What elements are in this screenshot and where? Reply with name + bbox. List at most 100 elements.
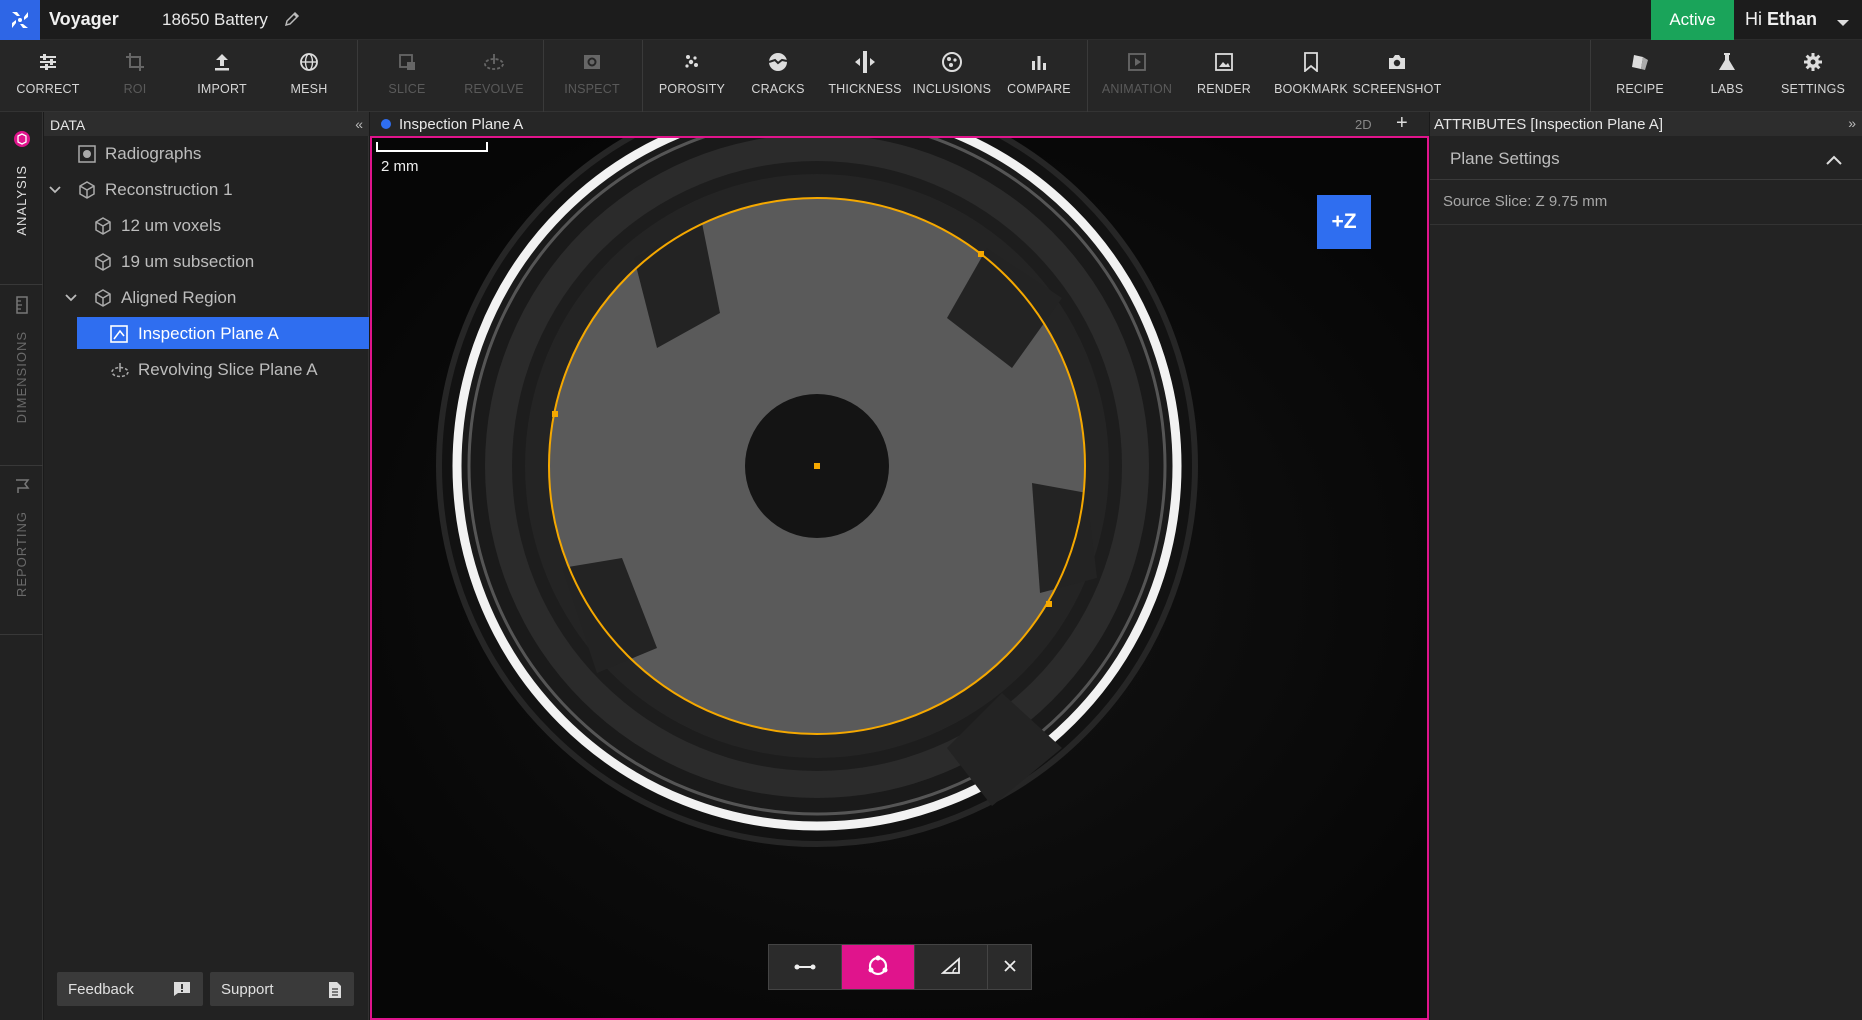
- animation-button[interactable]: ANIMATION: [1094, 40, 1180, 112]
- mesh-icon: [299, 52, 319, 72]
- plane-settings-section[interactable]: Plane Settings: [1430, 136, 1862, 180]
- ruler-icon: [15, 296, 29, 317]
- pencil-icon[interactable]: [283, 10, 301, 31]
- upload-icon: [212, 52, 232, 72]
- recipe-button[interactable]: RECIPE: [1597, 40, 1683, 112]
- close-measure-button[interactable]: [988, 945, 1031, 989]
- data-panel-title: DATA: [50, 117, 86, 133]
- scale-label: 2 mm: [381, 158, 419, 175]
- ct-slice-image: [372, 138, 1427, 1018]
- thickness-icon: [854, 51, 876, 73]
- cracks-button[interactable]: CRACKS: [735, 40, 821, 112]
- voyager-logo-icon[interactable]: [0, 0, 40, 40]
- circle-measure-button[interactable]: [842, 945, 915, 989]
- data-panel-header: DATA «: [44, 112, 369, 136]
- add-view-icon[interactable]: +: [1396, 112, 1408, 135]
- line-measure-button[interactable]: [769, 945, 842, 989]
- chevron-down-icon[interactable]: [49, 183, 61, 199]
- app-name: Voyager: [49, 9, 119, 29]
- roi-label: ROI: [123, 82, 147, 96]
- feedback-button[interactable]: Feedback: [57, 972, 203, 1006]
- tree-item-12um-voxels[interactable]: 12 um voxels: [44, 209, 369, 241]
- render-button[interactable]: RENDER: [1181, 40, 1267, 112]
- bookmark-label: BOOKMARK: [1274, 82, 1348, 96]
- viewport-title: Inspection Plane A: [399, 116, 524, 133]
- screenshot-button[interactable]: SCREENSHOT: [1352, 40, 1442, 112]
- chevron-up-icon[interactable]: [1826, 152, 1842, 168]
- viewport-header: Inspection Plane A 2D +: [370, 112, 1429, 136]
- measure-toolbar: [768, 944, 1032, 990]
- sliders-icon: [38, 52, 58, 72]
- attributes-title: ATTRIBUTES [Inspection Plane A]: [1434, 116, 1663, 133]
- support-button[interactable]: Support: [210, 972, 354, 1006]
- cube-icon: [94, 253, 112, 274]
- labs-button[interactable]: LABS: [1684, 40, 1770, 112]
- status-badge[interactable]: Active: [1651, 0, 1734, 40]
- orientation-button[interactable]: +Z: [1317, 195, 1371, 249]
- toolbar-divider: [357, 40, 358, 112]
- angle-measure-button[interactable]: [915, 945, 988, 989]
- collapse-panel-icon[interactable]: «: [355, 116, 363, 132]
- cube-icon: [78, 181, 96, 202]
- inspect-button[interactable]: INSPECT: [549, 40, 635, 112]
- tree-item-radiographs[interactable]: Radiographs: [44, 137, 369, 169]
- correct-label: CORRECT: [16, 82, 80, 96]
- roi-button[interactable]: ROI: [92, 40, 178, 112]
- porosity-label: POROSITY: [658, 82, 726, 96]
- toolbar-divider: [642, 40, 643, 112]
- mesh-label: MESH: [290, 82, 328, 96]
- tree-item-inspection-plane-a[interactable]: Inspection Plane A: [77, 317, 369, 349]
- slice-label: SLICE: [388, 82, 426, 96]
- radiograph-icon: [78, 145, 96, 166]
- slice-button[interactable]: SLICE: [364, 40, 450, 112]
- revolve-button[interactable]: REVOLVE: [451, 40, 537, 112]
- settings-label: SETTINGS: [1780, 82, 1846, 96]
- inspect-label: INSPECT: [564, 82, 620, 96]
- import-button[interactable]: IMPORT: [179, 40, 265, 112]
- mesh-button[interactable]: MESH: [266, 40, 352, 112]
- tab-reporting[interactable]: REPORTING: [0, 478, 43, 597]
- project-name[interactable]: 18650 Battery: [162, 10, 268, 30]
- chevron-down-icon[interactable]: [65, 291, 77, 307]
- inclusions-button[interactable]: INCLUSIONS: [909, 40, 995, 112]
- cracks-icon: [767, 52, 789, 72]
- correct-button[interactable]: CORRECT: [5, 40, 91, 112]
- side-rail: ANALYSIS DIMENSIONS REPORTING: [0, 112, 43, 1020]
- user-menu[interactable]: Hi Ethan: [1745, 9, 1817, 30]
- top-bar: Voyager 18650 Battery Active Hi Ethan: [0, 0, 1862, 40]
- view-mode-toggle[interactable]: 2D: [1355, 117, 1372, 132]
- bookmark-button[interactable]: BOOKMARK: [1268, 40, 1354, 112]
- source-slice-text: Source Slice: Z 9.75 mm: [1443, 193, 1608, 210]
- tab-dimensions[interactable]: DIMENSIONS: [0, 296, 43, 423]
- thickness-button[interactable]: THICKNESS: [822, 40, 908, 112]
- settings-button[interactable]: SETTINGS: [1770, 40, 1856, 112]
- porosity-icon: [682, 52, 702, 72]
- line-measure-icon: [794, 959, 816, 975]
- animation-label: ANIMATION: [1101, 82, 1173, 96]
- ct-viewport[interactable]: 2 mm +Z: [370, 136, 1429, 1020]
- play-icon: [1128, 52, 1146, 72]
- camera-icon: [1387, 52, 1407, 72]
- screenshot-label: SCREENSHOT: [1352, 82, 1442, 96]
- tree-item-19um-subsection[interactable]: 19 um subsection: [44, 245, 369, 277]
- tree-item-aligned-region[interactable]: Aligned Region: [44, 281, 369, 313]
- tree-item-reconstruction-1[interactable]: Reconstruction 1: [44, 173, 369, 205]
- tree-item-revolving-slice-plane-a[interactable]: Revolving Slice Plane A: [44, 353, 369, 385]
- feedback-label: Feedback: [68, 980, 134, 998]
- image-icon: [1215, 52, 1233, 72]
- porosity-button[interactable]: POROSITY: [649, 40, 735, 112]
- active-dot-icon: [381, 119, 391, 129]
- revolve-label: REVOLVE: [464, 82, 524, 96]
- tab-analysis[interactable]: ANALYSIS: [0, 130, 43, 236]
- greeting-text: Hi: [1745, 9, 1762, 29]
- expand-panel-icon[interactable]: »: [1848, 115, 1856, 131]
- inclusions-label: INCLUSIONS: [912, 82, 992, 96]
- cracks-label: CRACKS: [751, 82, 805, 96]
- main-toolbar: CORRECT ROI IMPORT MESH SLICE REVOLVE IN…: [0, 40, 1862, 112]
- chevron-down-icon[interactable]: [1836, 15, 1850, 31]
- compare-button[interactable]: COMPARE: [996, 40, 1082, 112]
- labs-label: LABS: [1710, 82, 1744, 96]
- toolbar-divider: [1087, 40, 1088, 112]
- feedback-icon: [173, 981, 191, 1000]
- gear-icon: [1803, 52, 1823, 72]
